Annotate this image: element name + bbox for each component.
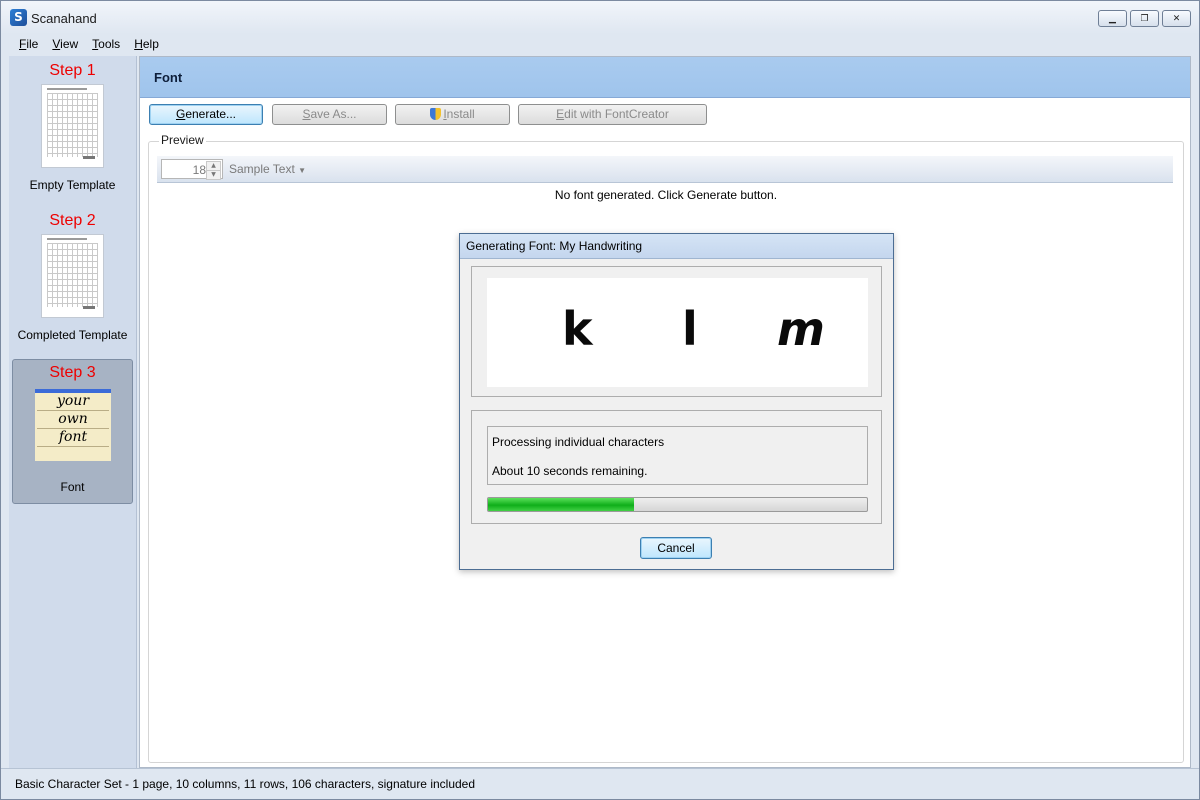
- window-controls: ▁ ❐ ✕: [1098, 10, 1191, 27]
- window-title: Scanahand: [31, 11, 97, 26]
- generating-font-dialog: Generating Font: My Handwriting k l m Pr…: [459, 233, 894, 570]
- completed-template-thumbnail: [41, 234, 104, 318]
- menu-file[interactable]: File: [12, 34, 45, 54]
- glyph-preview-group: k l m: [471, 266, 882, 397]
- minimize-button[interactable]: ▁: [1098, 10, 1127, 27]
- step-font[interactable]: Step 3 your own font Font: [12, 359, 133, 504]
- close-button[interactable]: ✕: [1162, 10, 1191, 27]
- page-title: Font: [154, 70, 183, 85]
- cancel-button[interactable]: Cancel: [640, 537, 712, 559]
- no-font-message: No font generated. Click Generate button…: [554, 188, 778, 202]
- page-header: Font: [140, 57, 1190, 98]
- step-label: Step 2: [49, 212, 96, 229]
- restore-button[interactable]: ❐: [1130, 10, 1159, 27]
- menu-help[interactable]: Help: [127, 34, 166, 54]
- edit-with-fontcreator-button[interactable]: Edit with FontCreator: [518, 104, 707, 125]
- status-box: Processing individual characters About 1…: [487, 426, 868, 485]
- dialog-title-bar[interactable]: Generating Font: My Handwriting: [460, 234, 893, 259]
- minimize-icon: ▁: [1109, 13, 1116, 24]
- preview-label: Preview: [159, 133, 206, 147]
- close-icon: ✕: [1172, 13, 1181, 24]
- spin-down-icon[interactable]: ▼: [206, 170, 221, 180]
- generate-button[interactable]: Generate...: [149, 104, 263, 125]
- restore-icon: ❐: [1140, 13, 1149, 24]
- status-text: Processing individual characters: [492, 435, 665, 449]
- glyph-char: k: [562, 302, 593, 356]
- status-bar-text: Basic Character Set - 1 page, 10 columns…: [15, 777, 476, 791]
- sample-text-dropdown[interactable]: Sample Text ▼: [229, 162, 306, 176]
- step-caption: Font: [60, 480, 85, 494]
- glyph-char: m: [777, 302, 825, 356]
- menu-bar: File View Tools Help: [1, 34, 1199, 54]
- step-empty-template[interactable]: Step 1 Empty Template: [12, 58, 133, 203]
- title-bar[interactable]: S Scanahand ▁ ❐ ✕: [1, 1, 1199, 34]
- shield-icon: [430, 108, 442, 120]
- time-remaining-text: About 10 seconds remaining.: [492, 464, 648, 478]
- steps-sidebar: Step 1 Empty Template Step 2 Completed T…: [9, 56, 137, 768]
- dialog-title: Generating Font: My Handwriting: [466, 239, 643, 253]
- preview-toolbar: 18 ▲ ▼ Sample Text ▼: [157, 156, 1173, 183]
- progress-bar: [487, 497, 868, 512]
- empty-template-thumbnail: [41, 84, 104, 168]
- progress-group: Processing individual characters About 1…: [471, 410, 882, 524]
- step-completed-template[interactable]: Step 2 Completed Template: [12, 208, 133, 353]
- glyph-preview: k l m: [487, 278, 868, 387]
- font-thumbnail: your own font: [35, 389, 111, 461]
- install-button[interactable]: Install: [395, 104, 510, 125]
- app-logo-icon: S: [10, 9, 27, 26]
- font-size-stepper[interactable]: 18 ▲ ▼: [161, 159, 223, 180]
- progress-fill: [488, 498, 634, 511]
- step-caption: Empty Template: [29, 178, 116, 192]
- status-bar: Basic Character Set - 1 page, 10 columns…: [1, 768, 1199, 799]
- dropdown-arrow-icon: ▼: [298, 166, 307, 175]
- menu-view[interactable]: View: [45, 34, 85, 54]
- step-caption: Completed Template: [17, 328, 128, 342]
- step-label: Step 3: [49, 364, 96, 381]
- save-as-button[interactable]: Save As...: [272, 104, 387, 125]
- step-label: Step 1: [49, 62, 96, 79]
- app-window: S Scanahand ▁ ❐ ✕ File View Tools Help S…: [0, 0, 1200, 800]
- font-size-value: 18: [192, 163, 206, 177]
- menu-tools[interactable]: Tools: [85, 34, 127, 54]
- glyph-char: l: [682, 302, 698, 356]
